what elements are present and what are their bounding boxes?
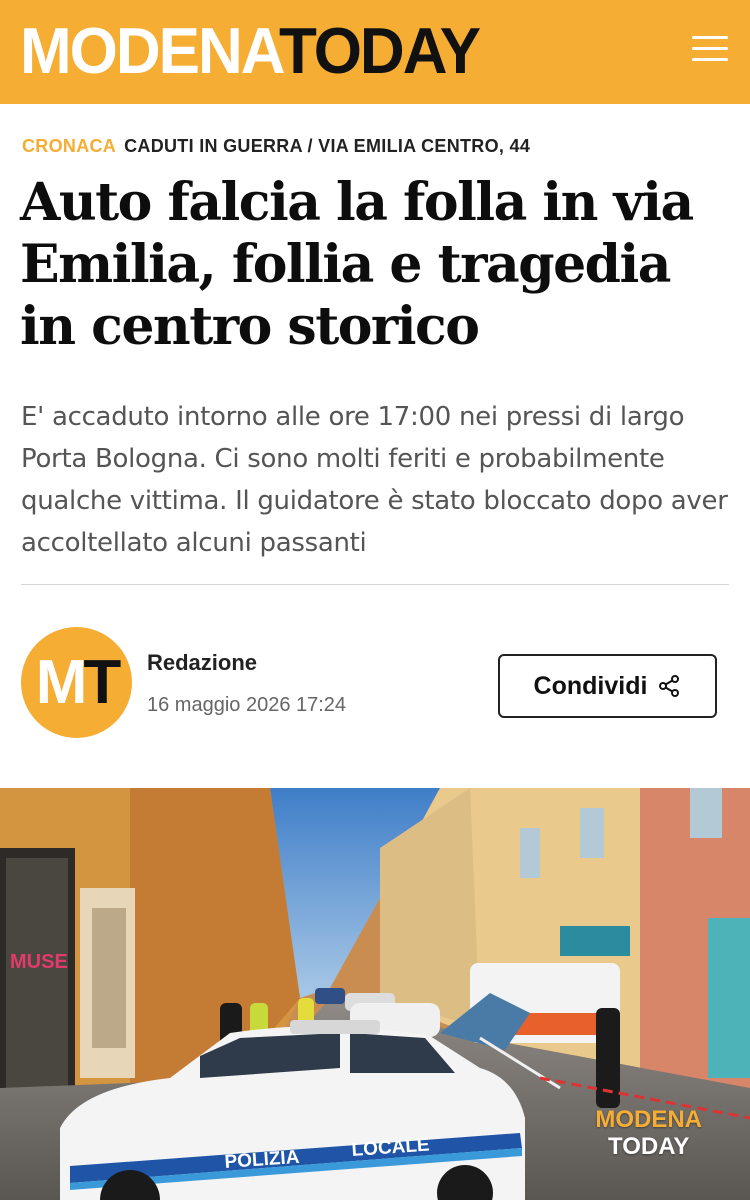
article-title: Auto falcia la folla in via Emilia, foll… <box>20 172 694 357</box>
category-link[interactable]: CRONACA <box>22 136 116 156</box>
watermark-line2: TODAY <box>607 1133 690 1160</box>
share-button-label: Condividi <box>533 671 648 700</box>
shop-sign-text: MUSE <box>10 951 68 973</box>
watermark-line1: MODENA <box>595 1106 702 1133</box>
site-logo[interactable]: MODENATODAY <box>20 19 481 84</box>
author-name[interactable]: Redazione <box>147 650 257 676</box>
article-summary: E' accaduto intorno alle ore 17:00 nei p… <box>21 402 728 558</box>
share-button[interactable]: Condividi <box>498 654 717 718</box>
article-tags: CADUTI IN GUERRA / VIA EMILIA CENTRO, 44 <box>124 136 531 156</box>
logo-part-today: TODAY <box>278 15 481 88</box>
article-kicker: CRONACA CADUTI IN GUERRA / VIA EMILIA CEN… <box>22 136 530 157</box>
hamburger-menu-icon[interactable] <box>692 36 728 64</box>
author-avatar: MT <box>21 627 132 738</box>
share-icon <box>657 674 681 698</box>
avatar-letter-m: M <box>35 648 88 717</box>
divider <box>21 584 729 585</box>
site-header: MODENATODAY <box>0 0 750 104</box>
publish-date: 16 maggio 2026 17:24 <box>147 694 347 716</box>
photo-watermark: MODENA TODAY <box>595 1106 702 1160</box>
article-photo[interactable]: POLIZIA LOCALE MUSE MODENA TODAY <box>0 788 750 1200</box>
avatar-letter-t: T <box>83 648 121 717</box>
logo-part-modena: MODENA <box>20 15 281 88</box>
